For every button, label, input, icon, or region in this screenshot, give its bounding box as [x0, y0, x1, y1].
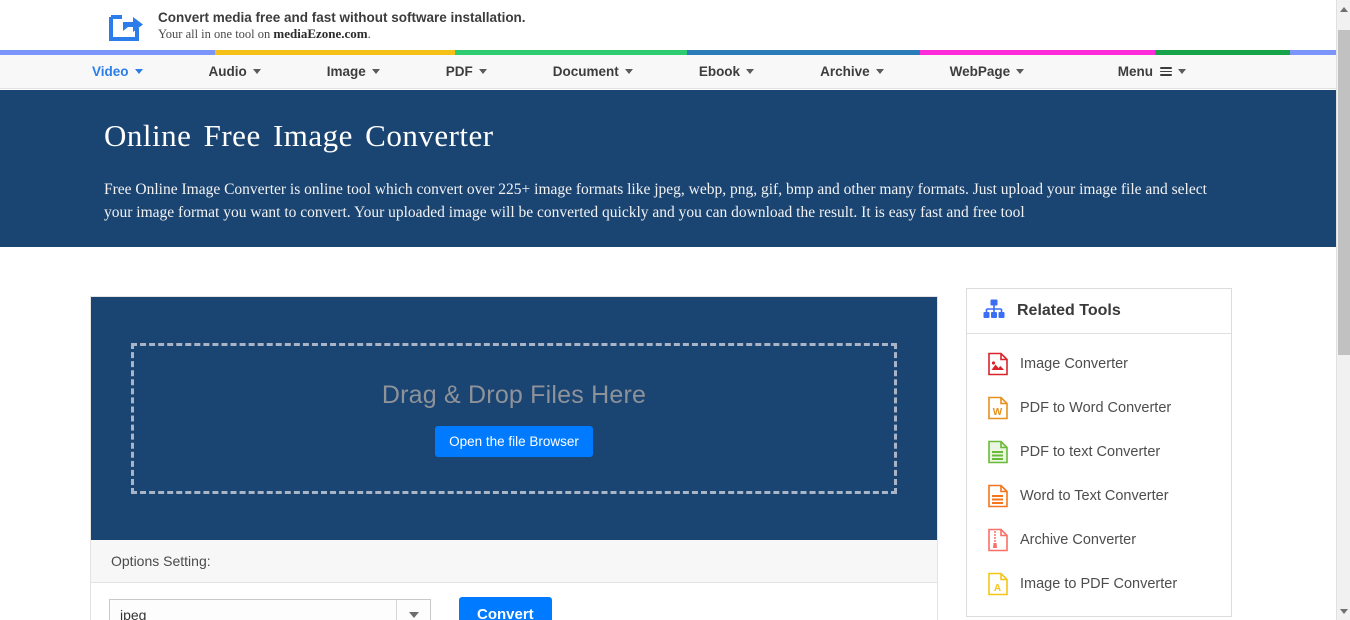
archive-file-icon	[987, 528, 1009, 552]
nav-item-label: Audio	[208, 64, 247, 79]
related-tool-item[interactable]: PDF to text Converter	[967, 430, 1231, 474]
brand-header: Convert media free and fast without soft…	[0, 0, 1336, 50]
chevron-down-icon	[875, 69, 884, 74]
file-dropzone[interactable]: Drag & Drop Files Here Open the file Bro…	[131, 343, 897, 494]
output-format-select[interactable]: jpeg	[109, 598, 431, 620]
hamburger-icon	[1160, 67, 1172, 76]
dropzone-container[interactable]: Drag & Drop Files Here Open the file Bro…	[91, 297, 937, 540]
svg-text:A: A	[994, 583, 1001, 594]
chevron-down-icon	[252, 69, 261, 74]
related-tool-item[interactable]: W PDF to Word Converter	[967, 386, 1231, 430]
related-tool-item[interactable]: Image Converter	[967, 342, 1231, 386]
related-tool-label: Word to Text Converter	[1020, 488, 1169, 504]
open-file-browser-button[interactable]: Open the file Browser	[435, 425, 593, 457]
related-tool-item[interactable]: Word to Text Converter	[967, 474, 1231, 518]
scroll-up-arrow-icon[interactable]	[1337, 2, 1350, 16]
hero-description: Free Online Image Converter is online to…	[104, 181, 1207, 221]
chevron-down-icon	[478, 69, 487, 74]
image-file-icon	[987, 352, 1009, 376]
brand-subtitle-suffix: .	[367, 26, 371, 41]
related-tool-item[interactable]: A Image to PDF Converter	[967, 562, 1231, 606]
related-tool-label: PDF to text Converter	[1020, 444, 1161, 460]
options-row: jpeg Convert	[91, 583, 937, 620]
sitemap-icon	[983, 299, 1005, 324]
brand-subtitle: Your all in one tool on mediaEzone.com.	[158, 26, 526, 42]
related-tool-label: PDF to Word Converter	[1020, 400, 1172, 416]
nav-item-label: PDF	[445, 64, 473, 79]
nav-item-ebook[interactable]: Ebook	[698, 64, 755, 79]
nav-item-menu[interactable]: Menu	[1118, 64, 1336, 79]
related-tools-title: Related Tools	[1017, 302, 1121, 319]
main-navigation: Video Audio Image PDF Document Ebook Archive We…	[0, 55, 1336, 89]
chevron-down-icon	[746, 69, 755, 74]
nav-item-label: Document	[552, 64, 619, 79]
nav-item-label: Video	[92, 64, 129, 79]
related-tools-header: Related Tools	[967, 289, 1231, 334]
nav-menu-label: Menu	[1117, 64, 1153, 79]
related-tool-label: Image to PDF Converter	[1020, 576, 1178, 592]
chevron-down-icon	[134, 69, 143, 74]
brand-tagline: Convert media free and fast without soft…	[158, 9, 526, 25]
nav-item-label: Ebook	[698, 64, 741, 79]
hero-banner: Online Free Image Converter Free Online …	[0, 90, 1336, 247]
output-format-value: jpeg	[120, 606, 147, 620]
vertical-scrollbar[interactable]	[1336, 0, 1350, 620]
nav-item-archive[interactable]: Archive	[820, 64, 884, 79]
pdf-file-icon: A	[987, 572, 1009, 596]
nav-item-label: WebPage	[949, 64, 1011, 79]
svg-text:W: W	[993, 407, 1003, 418]
doc-lines-file-icon	[987, 484, 1009, 508]
brand-text-block: Convert media free and fast without soft…	[158, 9, 526, 42]
chevron-down-icon	[624, 69, 633, 74]
main-content: Drag & Drop Files Here Open the file Bro…	[0, 247, 1336, 620]
nav-item-image[interactable]: Image	[327, 64, 380, 79]
related-tool-item[interactable]: Archive Converter	[967, 518, 1231, 562]
page-root: Convert media free and fast without soft…	[0, 0, 1350, 620]
chevron-down-icon	[1016, 69, 1025, 74]
chevron-down-icon	[1178, 69, 1186, 74]
scroll-down-arrow-icon[interactable]	[1337, 604, 1350, 618]
scrollbar-thumb[interactable]	[1338, 30, 1350, 355]
related-tools-panel: Related Tools Image Converter W PDF to Wor…	[966, 288, 1232, 617]
chevron-down-icon[interactable]	[396, 599, 430, 620]
nav-item-audio[interactable]: Audio	[209, 64, 261, 79]
share-export-icon	[108, 6, 146, 44]
nav-item-document[interactable]: Document	[553, 64, 633, 79]
nav-item-label: Image	[326, 64, 366, 79]
nav-item-video[interactable]: Video	[92, 64, 143, 79]
related-tools-list: Image Converter W PDF to Word Converter PDF…	[967, 334, 1231, 616]
page-title: Online Free Image Converter	[104, 118, 494, 153]
related-tool-label: Archive Converter	[1020, 532, 1137, 548]
chevron-down-icon	[371, 69, 380, 74]
nav-items: Video Audio Image PDF Document Ebook Archive We…	[92, 64, 1118, 79]
brand-site-name: mediaEzone.com	[273, 25, 368, 41]
related-tool-label: Image Converter	[1020, 356, 1128, 372]
nav-item-webpage[interactable]: WebPage	[950, 64, 1025, 79]
options-setting-label: Options Setting:	[91, 540, 937, 583]
nav-item-pdf[interactable]: PDF	[446, 64, 487, 79]
nav-item-label: Archive	[820, 64, 870, 79]
converter-card: Drag & Drop Files Here Open the file Bro…	[90, 296, 938, 620]
brand-subtitle-prefix: Your all in one tool on	[158, 26, 274, 41]
dropzone-label: Drag & Drop Files Here	[381, 380, 647, 409]
convert-button[interactable]: Convert	[459, 597, 552, 620]
text-file-icon	[987, 440, 1009, 464]
word-file-icon: W	[987, 396, 1009, 420]
